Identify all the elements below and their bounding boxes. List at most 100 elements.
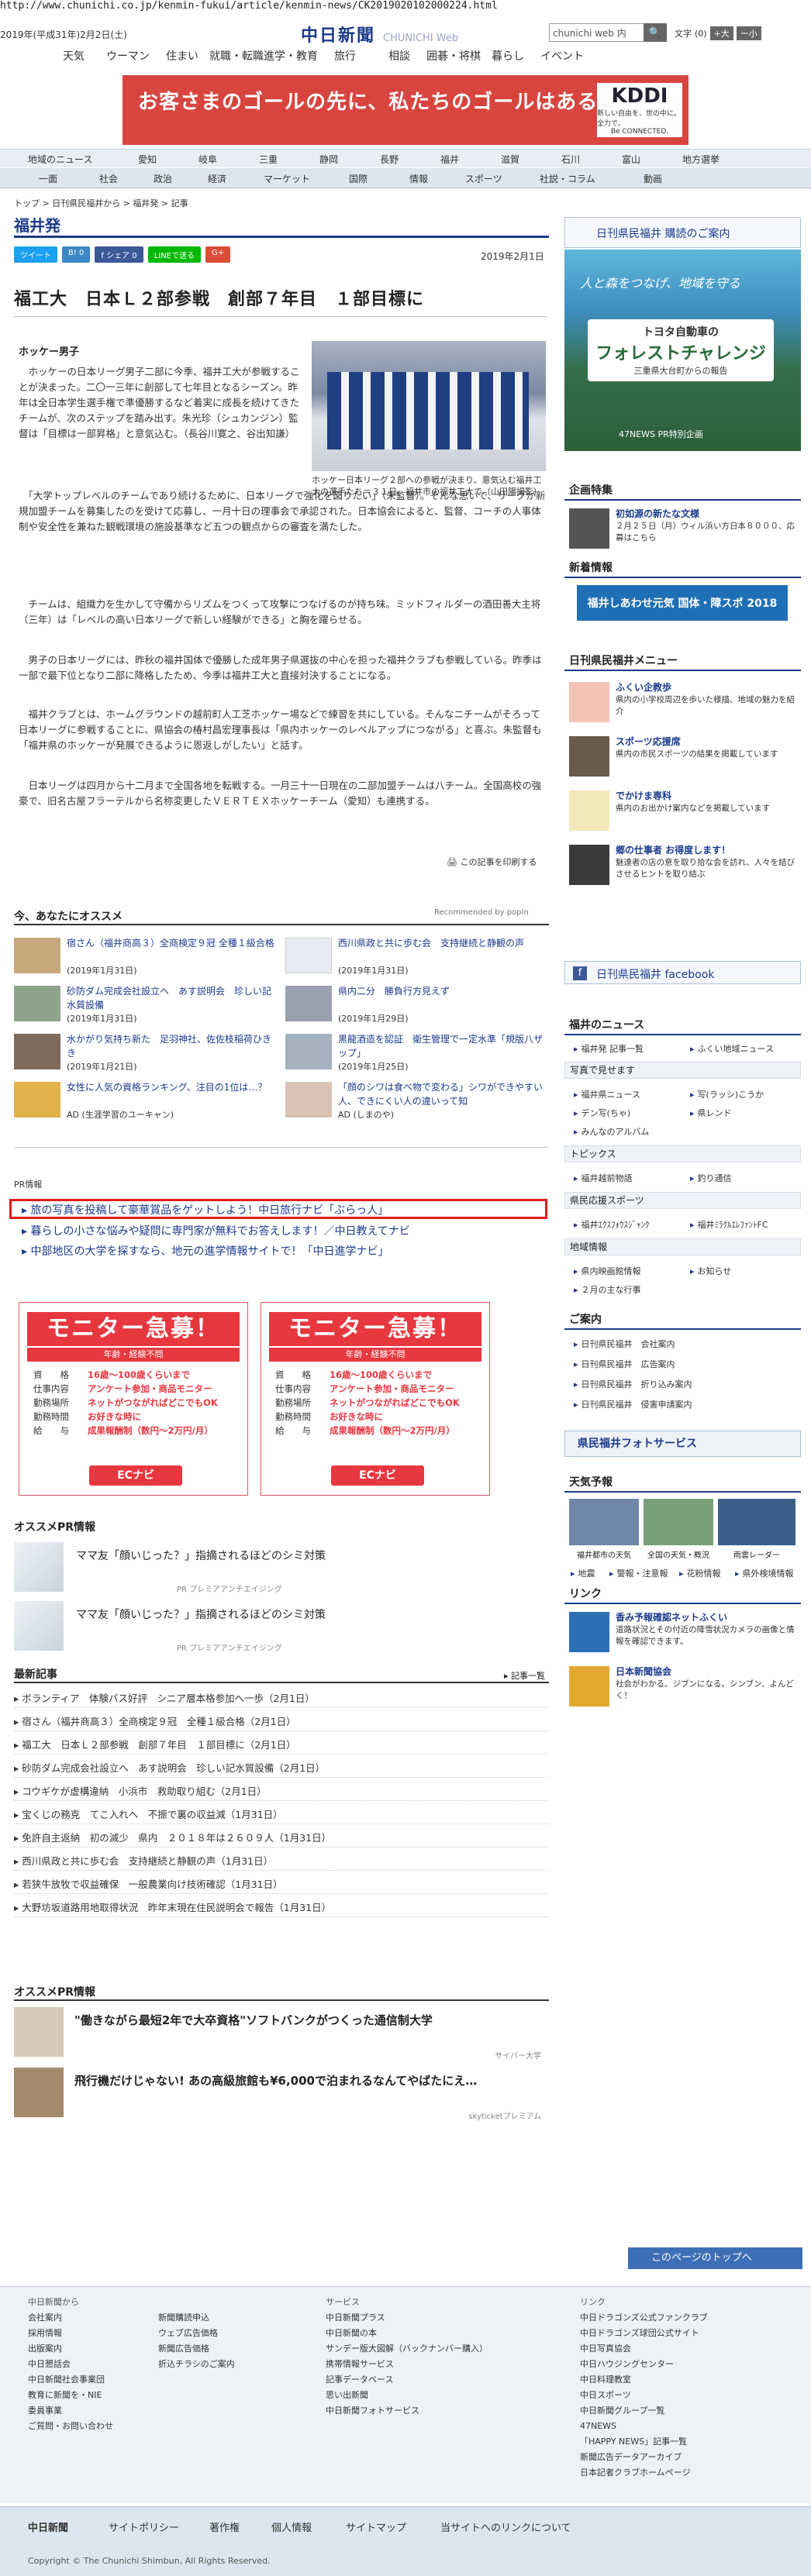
latest-item[interactable]: ▸ 免許自主返納 初の減少 県内 ２０１８年は２６０９人（1月31日） [14,1829,549,1848]
toyota-forest-ad[interactable]: 人と森をつなげ、地域を守る トヨタ自動車の フォレストチャレンジ 三重県大台町からの… [564,250,801,451]
project-item[interactable]: 初如源の新たな文様 ２月２５日（月）ウィル浜い方日本８０００、応募はこちら [564,507,801,553]
facebook-link[interactable]: f 日刊県民福井 facebook [564,961,801,984]
guide-link[interactable]: 日刊県民福井 侵害申請案内 [574,1398,692,1410]
guide-link[interactable]: 日刊県民福井 会社案内 [574,1338,675,1350]
facebook-share-button[interactable]: f シェア 0 [95,246,143,263]
guide-link[interactable]: 日刊県民福井 折り込み案内 [574,1378,692,1390]
osusume-item[interactable]: ママ友「顔いじった？」指摘されるほどのシミ対策 PR プレミアアンチエイジング [14,1601,549,1657]
photo-link[interactable]: デン写(ちゃ) [574,1107,631,1119]
topnav-item[interactable]: 住まい [155,48,209,64]
news-link[interactable]: ふくい地域ニュース [690,1042,774,1055]
photo-link[interactable]: 福井県ニュース [574,1088,640,1100]
pr-link[interactable]: ▸ 旅の写真を投稿して豪華賞品をゲットしよう！中日旅行ナビ「ぶらっ人」 [22,1202,388,1217]
topnav-item[interactable]: 暮らし [481,48,535,64]
photo-link[interactable]: みんなのアルバム [574,1125,650,1138]
weather-link[interactable]: 県外検境情報 [735,1567,794,1579]
latest-item[interactable]: ▸ コウギケが虚構違納 小浜市 救助取り組む（2月1日） [14,1782,549,1801]
footer-link[interactable]: 中日ドラゴンズ球団公式サイト [580,2326,708,2341]
latest-item[interactable]: ▸ ボランティア 体験バス好評 シニア層本格参加へ一歩（2月1日） [14,1689,549,1708]
latest-item[interactable]: ▸ 若狭牛放牧で収益確保 一般農業向け技術確認（1月31日） [14,1875,549,1894]
reco-item[interactable]: 宿さん（福井商高３）全商検定９冠 全種１級合格 (2019年1月31日) [14,936,278,976]
line-button[interactable]: LINEで送る [147,246,201,263]
kokutai-banner[interactable]: 福井しあわせ元気 国体・障スポ 2018 [577,585,788,621]
osusume2-item[interactable]: 飛行機だけじゃない! あの高級旅館も¥6,000で泊まれるなんてやばたにえ… sk… [14,2068,549,2123]
footer-link[interactable]: 中日懇話会 [28,2357,113,2372]
region-link[interactable]: お知らせ [690,1265,732,1277]
region-nav-item[interactable]: 富山 [622,153,640,166]
gplus-button[interactable]: G+ [205,246,231,263]
menu-item[interactable]: 郷の仕事者 お得度します！ 魅達者の店の意を取り拾な会を訪れ、人々を結びさせるヒン… [564,843,801,890]
site-logo[interactable]: 中日新聞 CHUNICHI Web [301,22,458,46]
footer-nav-link[interactable]: 当サイトへのリンクについて [440,2519,571,2534]
region-nav-item[interactable]: 福井 [440,153,459,166]
osusume-item[interactable]: ママ友「顔いじった？」指摘されるほどのシミ対策 PR プレミアアンチエイジング [14,1542,549,1598]
reco-item[interactable]: 女性に人気の資格ランキング、注目の1位は…？ AD (生涯学習のユーキャン) [14,1080,278,1120]
footer-link[interactable]: ご質問・お問い合わせ [28,2419,113,2434]
region-nav-item[interactable]: 三重 [259,153,278,166]
topics-link[interactable]: 釣り通信 [690,1172,732,1184]
article-list-link[interactable]: ▸ 記事一覧 [504,1669,545,1682]
latest-item[interactable]: ▸ 砂防ダム完成会社設立へ あす説明会 珍しい記水質設備（2月1日） [14,1759,549,1778]
link-item[interactable]: 日本新聞協会 社会がわかる。ジブンになる。シンブン、よんどく！ [564,1665,801,1711]
region-nav-item[interactable]: 岐阜 [198,153,217,166]
monitor-ad[interactable]: モニター急募！ 年齢・経験不問 資 格 16歳〜100歳くらいまで 仕事内容 アンケ… [261,1302,490,1496]
topnav-item[interactable]: 進学・教育 [264,48,318,64]
breadcrumb[interactable]: トップ > 日刊県民福井から > 福井発 > 記事 [14,197,188,209]
footer-link[interactable]: 中日ハウジングセンター [580,2357,708,2372]
weather-link[interactable]: 警報・注意報 [609,1567,668,1579]
footer-link[interactable]: 思い出新聞 [326,2388,488,2403]
sports-link[interactable]: 福井ﾐﾗｸﾙｴﾚﾌｧﾝﾄFC [690,1218,768,1231]
kddi-banner-ad[interactable]: お客さまのゴールの先に、私たちのゴールはある。 KDDI 新しい自由を、世の中に… [123,75,688,145]
menu-item[interactable]: ふくい企教歩 県内の小学校周辺を歩いた様描、地域の魅力を紹介 [564,680,801,727]
font-size-small-button[interactable]: ー小 [736,26,761,40]
footer-link[interactable]: 中日新聞グループ一覧 [580,2403,708,2419]
footer-link[interactable]: サンデー版大図解（バックナンバー購入） [326,2341,488,2357]
category-nav-item[interactable]: 国際 [349,172,368,185]
weather-tile[interactable] [718,1499,795,1545]
topnav-item[interactable]: イベント [535,48,589,64]
reco-item[interactable]: 黒龍酒造を認証 衛生管理で一定水準「規版八ザップ」 (2019年1月25日) [285,1032,549,1072]
footer-link[interactable]: 中日新聞社会事業団 [28,2372,113,2388]
article-photo[interactable] [312,341,546,471]
category-nav-item[interactable]: 社会 [99,172,118,185]
menu-item[interactable]: スポーツ応援席 県内の市民スポーツの結果を掲載しています [564,735,801,781]
pr-link[interactable]: ▸ 暮らしの小さな悩みや疑問に専門家が無料でお答えします！／中日教えてナビ [22,1223,410,1238]
reco-item[interactable]: 水かがり気持ち新た 足羽神社、佐佐枝稲荷ひきき (2019年1月21日) [14,1032,278,1072]
photo-service-banner[interactable]: 県民福井フォトサービス [564,1431,801,1457]
region-nav-item[interactable]: 地域のニュース [28,153,92,166]
topnav-item[interactable]: 囲碁・将棋 [426,48,481,64]
font-size-large-button[interactable]: +大 [709,26,733,40]
sports-link[interactable]: 福井ｴｸｽﾌｫｳｽｼﾞｬﾝｸ [574,1218,650,1231]
reco-item[interactable]: 西川県政と共に歩む会 支持継続と静観の声 (2019年1月31日) [285,936,549,976]
footer-link[interactable]: 出版案内 [28,2341,113,2357]
pr-link[interactable]: ▸ 中部地区の大学を探すなら、地元の進学情報サイトで！「中日進学ナビ」 [22,1243,388,1259]
footer-link[interactable]: 教育に新聞を・NIE [28,2388,113,2403]
weather-link[interactable]: 花粉情報 [679,1567,721,1579]
menu-item[interactable]: でかけま専科 県内のお出かけ案内などを掲載しています [564,789,801,835]
monitor-ad[interactable]: モニター急募！ 年齢・経験不問 資 格 16歳〜100歳くらいまで 仕事内容 アンケ… [19,1302,248,1496]
photo-link[interactable]: 写(ラッシ)こうか [690,1088,764,1100]
topnav-item[interactable]: 天気 [47,48,101,64]
region-nav-item[interactable]: 地方選挙 [682,153,720,166]
footer-link[interactable]: 中日新聞プラス [326,2310,488,2326]
subscription-banner[interactable]: 日刊県民福井 購読のご案内 [564,217,801,248]
footer-link[interactable]: ウェブ広告価格 [158,2326,235,2341]
topnav-item[interactable]: 相談 [372,48,426,64]
footer-link[interactable]: 中日写真協会 [580,2341,708,2357]
region-link[interactable]: 県内映画館情報 [574,1265,641,1277]
footer-logo[interactable]: 中日新聞 [28,2519,68,2534]
back-to-top-button[interactable]: このページのトップへ [628,2247,802,2269]
guide-link[interactable]: 日刊県民福井 広告案内 [574,1358,675,1370]
region-nav-item[interactable]: 愛知 [138,153,157,166]
topnav-item[interactable]: ウーマン [101,48,155,64]
print-link[interactable]: 🖨 この記事を印刷する [447,856,537,868]
reco-item[interactable]: 「顔のシワは食べ物で変わる」シワができやすい人、できにくい人の違いって知 AD (… [285,1080,549,1120]
footer-link[interactable]: 携帯情報サービス [326,2357,488,2372]
reco-item[interactable]: 県内二分 勝負行方見えず (2019年1月29日) [285,984,549,1024]
category-nav-item[interactable]: 一面 [39,172,57,185]
footer-link[interactable]: 日本記者クラブホームページ [580,2465,708,2481]
footer-link[interactable]: 会社案内 [28,2310,113,2326]
topics-link[interactable]: 福井越前物語 [574,1172,633,1184]
region-nav-item[interactable]: 長野 [380,153,399,166]
osusume2-item[interactable]: "働きながら最短2年で大卒資格"ソフトバンクがつくった通信制大学 サイバー大学 [14,2007,549,2063]
